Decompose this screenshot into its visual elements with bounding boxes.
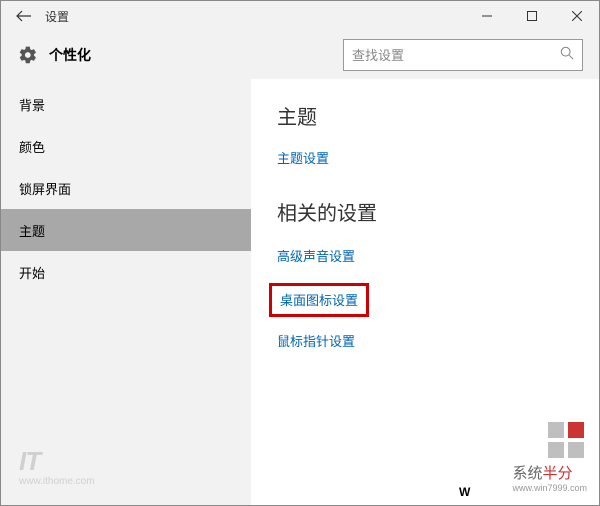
sidebar-item-label: 开始 (19, 263, 45, 282)
page-heading: 个性化 (49, 45, 91, 65)
maximize-button[interactable] (509, 1, 554, 31)
sidebar-item-themes[interactable]: 主题 (1, 209, 251, 251)
header: 个性化 (1, 31, 599, 79)
section-heading-related: 相关的设置 (277, 197, 573, 226)
sidebar-item-start[interactable]: 开始 (1, 251, 251, 293)
link-theme-settings[interactable]: 主题设置 (277, 148, 573, 167)
back-button[interactable] (9, 1, 39, 31)
close-button[interactable] (554, 1, 599, 31)
watermark-win7999: 系统半分 www.win7999.com (512, 422, 587, 493)
sidebar-item-label: 主题 (19, 221, 45, 240)
content: 背景 颜色 锁屏界面 主题 开始 主题 主题设置 相关的设置 高级声音设置 桌面… (1, 79, 599, 505)
search-icon (560, 46, 574, 65)
window-title: 设置 (45, 8, 69, 25)
link-desktop-icons[interactable]: 桌面图标设置 (280, 293, 358, 308)
link-advanced-sound[interactable]: 高级声音设置 (277, 246, 573, 265)
watermark-brand: IT (19, 448, 95, 474)
sidebar-item-label: 背景 (19, 95, 45, 114)
watermark-ithome: IT www.ithome.com (19, 448, 95, 487)
link-mouse-pointer[interactable]: 鼠标指针设置 (277, 331, 573, 350)
gear-icon (17, 44, 39, 66)
sidebar-item-colors[interactable]: 颜色 (1, 125, 251, 167)
section-heading-themes: 主题 (277, 101, 573, 130)
titlebar: 设置 (1, 1, 599, 31)
grid-logo-icon (548, 422, 587, 458)
watermark-url: www.ithome.com (19, 476, 95, 487)
sidebar-item-background[interactable]: 背景 (1, 83, 251, 125)
search-box[interactable] (343, 39, 583, 71)
sidebar-item-label: 颜色 (19, 137, 45, 156)
watermark-url-2: www.win7999.com (512, 483, 587, 493)
watermark-text: 系统半分 (512, 462, 587, 483)
minimize-button[interactable] (464, 1, 509, 31)
sidebar-item-label: 锁屏界面 (19, 179, 71, 198)
highlight-box: 桌面图标设置 (269, 283, 369, 317)
sidebar-item-lockscreen[interactable]: 锁屏界面 (1, 167, 251, 209)
search-input[interactable] (352, 48, 560, 63)
window-controls (464, 1, 599, 31)
w-mark: W (459, 485, 470, 499)
sidebar: 背景 颜色 锁屏界面 主题 开始 (1, 79, 251, 505)
